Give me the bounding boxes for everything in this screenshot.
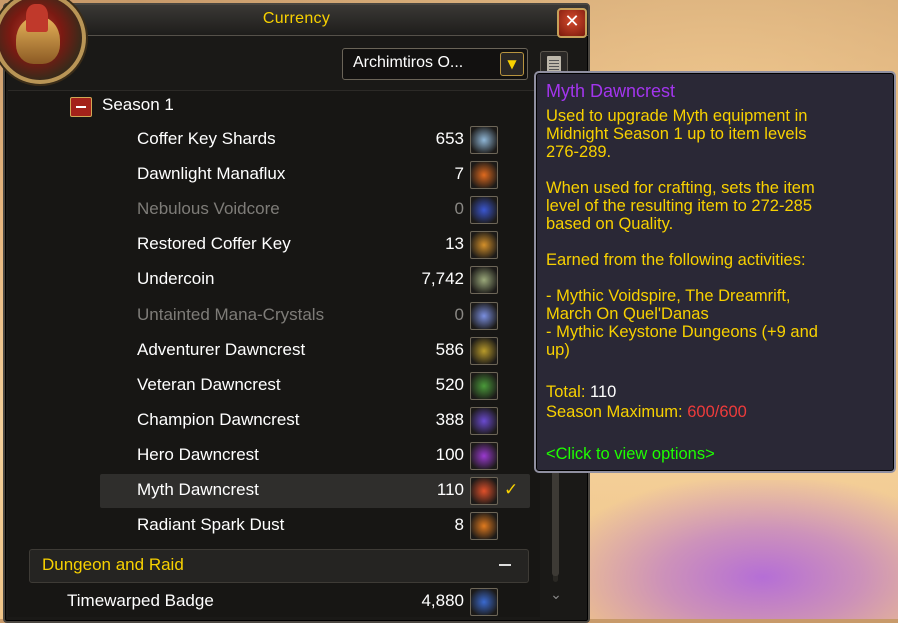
currency-row[interactable]: Veteran Dawncrest 520 [100, 369, 530, 403]
currency-name: Dawnlight Manaflux [137, 164, 286, 184]
currency-name: Myth Dawncrest [137, 480, 259, 499]
currency-count: 520 [435, 374, 464, 394]
currency-name: Coffer Key Shards [137, 129, 276, 148]
season-collapse-toggle[interactable] [70, 97, 92, 117]
currency-count: 4,880 [421, 591, 464, 610]
currency-name: Nebulous Voidcore [137, 199, 280, 219]
season-max-value: 600/600 [687, 403, 747, 421]
currency-name: Veteran Dawncrest [137, 374, 281, 394]
category-label: Dungeon and Raid [42, 555, 184, 574]
undercoin-icon [470, 266, 498, 295]
dropdown-arrow-icon[interactable]: ▼ [500, 52, 524, 76]
spark-dust-icon [470, 512, 498, 541]
currency-count: 0 [454, 199, 464, 219]
currency-name: Restored Coffer Key [137, 234, 291, 254]
season-header-label[interactable]: Season 1 [102, 95, 174, 115]
tooltip-crafting-note: When used for crafting, sets the item le… [546, 179, 815, 233]
currency-row[interactable]: Coffer Key Shards 653 [100, 123, 530, 157]
tooltip-title: Myth Dawncrest [546, 81, 676, 101]
currency-count: 13 [445, 234, 464, 254]
currency-row[interactable]: Nebulous Voidcore 0 [100, 193, 530, 227]
title-bar[interactable]: Currency [5, 5, 588, 36]
currency-count: 586 [435, 339, 464, 359]
currency-count: 653 [435, 129, 464, 148]
background-swirl [560, 480, 898, 619]
currency-count: 8 [454, 515, 464, 535]
character-dropdown[interactable]: Archimtiros O... ▼ [342, 48, 528, 80]
currency-count: 100 [435, 444, 464, 464]
category-header-dungeon-raid[interactable]: Dungeon and Raid [29, 549, 529, 583]
hero-dawncrest-icon [470, 441, 498, 470]
tooltip-activities: - Mythic Voidspire, The Dreamrift, March… [546, 287, 818, 359]
currency-name: Timewarped Badge [67, 591, 214, 610]
scroll-down-chevron-icon[interactable]: ⌄ [548, 587, 564, 603]
currency-row[interactable]: Dawnlight Manaflux 7 [100, 158, 530, 192]
currency-row[interactable]: Myth Dawncrest 110 ✓ [100, 474, 530, 508]
tooltip-description: Used to upgrade Myth equipment in Midnig… [546, 107, 808, 161]
currency-row[interactable]: Restored Coffer Key 13 [100, 228, 530, 262]
currency-row[interactable]: Untainted Mana-Crystals 0 [100, 299, 530, 333]
coffer-key-icon [470, 231, 498, 260]
currency-name: Adventurer Dawncrest [137, 339, 306, 359]
minus-icon [76, 106, 86, 108]
currency-row[interactable]: Adventurer Dawncrest 586 [100, 334, 530, 368]
currency-name: Champion Dawncrest [137, 409, 300, 429]
coffer-key-shards-icon [470, 126, 498, 154]
currency-tooltip: Myth Dawncrest Used to upgrade Myth equi… [534, 71, 896, 473]
tooltip-season-max: Season Maximum: 600/600 [546, 403, 886, 421]
currency-count: 388 [435, 409, 464, 429]
currency-count: 7 [454, 164, 464, 184]
currency-row[interactable]: Hero Dawncrest 100 [100, 439, 530, 473]
champion-dawncrest-icon [470, 406, 498, 435]
currency-row[interactable]: Undercoin 7,742 [100, 263, 530, 297]
currency-name: Undercoin [137, 269, 215, 289]
tracked-check-icon: ✓ [504, 480, 519, 500]
mana-crystals-icon [470, 301, 498, 330]
tooltip-earned-header: Earned from the following activities: [546, 251, 806, 269]
currency-name: Hero Dawncrest [137, 444, 259, 464]
currency-count: 110 [436, 480, 464, 499]
currency-name: Radiant Spark Dust [137, 515, 285, 535]
currency-count: 7,742 [421, 269, 464, 289]
tooltip-total: Total: 110 [546, 383, 886, 401]
dropdown-value: Archimtiros O... [353, 54, 464, 71]
collapse-minus-icon[interactable] [499, 564, 511, 566]
close-button[interactable]: ✕ [557, 8, 587, 38]
adventurer-dawncrest-icon [470, 336, 498, 365]
window-title: Currency [262, 10, 331, 27]
currency-row[interactable]: Champion Dawncrest 388 [100, 404, 530, 438]
currency-row[interactable]: Radiant Spark Dust 8 [100, 509, 530, 543]
season-max-label: Season Maximum: [546, 403, 688, 421]
portrait-helmet-crest [26, 4, 48, 32]
total-value: 110 [590, 383, 617, 401]
manaflux-icon [470, 161, 498, 190]
myth-dawncrest-icon [470, 477, 498, 505]
currency-name: Untainted Mana-Crystals [137, 304, 325, 324]
total-label: Total: [546, 383, 591, 401]
voidcore-icon [470, 196, 498, 225]
currency-row[interactable]: Timewarped Badge 4,880 [67, 585, 530, 619]
timewarped-badge-icon [470, 588, 498, 616]
veteran-dawncrest-icon [470, 371, 498, 400]
currency-count: 0 [454, 304, 464, 324]
tooltip-click-hint: <Click to view options> [546, 445, 715, 463]
